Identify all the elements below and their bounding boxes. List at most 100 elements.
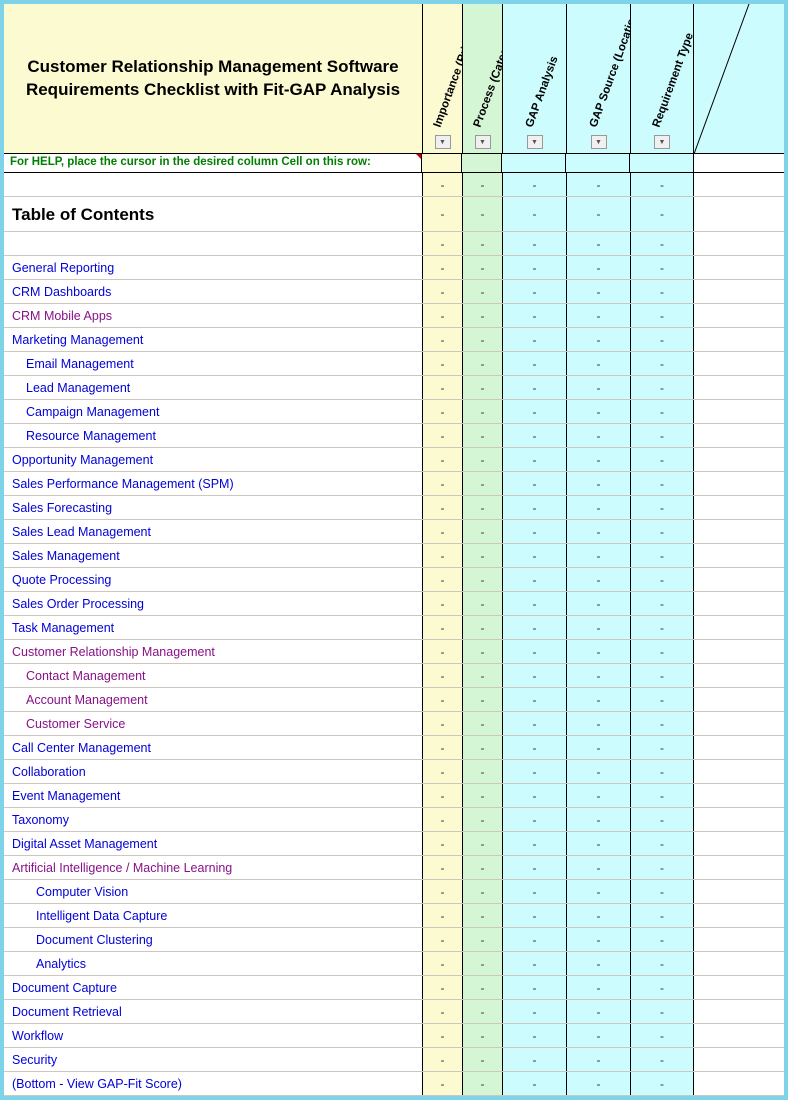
- data-cell[interactable]: -: [566, 832, 630, 855]
- data-cell[interactable]: -: [462, 256, 502, 279]
- data-cell[interactable]: -: [422, 592, 462, 615]
- data-cell[interactable]: -: [630, 808, 694, 831]
- data-cell[interactable]: -: [462, 928, 502, 951]
- data-cell[interactable]: -: [566, 616, 630, 639]
- toc-link[interactable]: Sales Management: [4, 544, 422, 567]
- data-cell[interactable]: -: [502, 568, 566, 591]
- data-cell[interactable]: -: [566, 928, 630, 951]
- data-cell[interactable]: -: [462, 1048, 502, 1071]
- data-cell[interactable]: -: [422, 1048, 462, 1071]
- toc-link[interactable]: Lead Management: [4, 376, 422, 399]
- data-cell[interactable]: -: [462, 472, 502, 495]
- toc-link[interactable]: Analytics: [4, 952, 422, 975]
- data-cell[interactable]: -: [566, 197, 630, 231]
- toc-link[interactable]: Document Clustering: [4, 928, 422, 951]
- data-cell[interactable]: -: [502, 1024, 566, 1047]
- data-cell[interactable]: -: [462, 856, 502, 879]
- toc-link[interactable]: Security: [4, 1048, 422, 1071]
- data-cell[interactable]: -: [422, 424, 462, 447]
- toc-link[interactable]: Computer Vision: [4, 880, 422, 903]
- data-cell[interactable]: -: [566, 856, 630, 879]
- toc-link[interactable]: Artificial Intelligence / Machine Learni…: [4, 856, 422, 879]
- data-cell[interactable]: -: [462, 760, 502, 783]
- data-cell[interactable]: -: [462, 352, 502, 375]
- data-cell[interactable]: -: [502, 928, 566, 951]
- data-cell[interactable]: -: [422, 760, 462, 783]
- toc-link[interactable]: Digital Asset Management: [4, 832, 422, 855]
- data-cell[interactable]: -: [462, 496, 502, 519]
- help-cell[interactable]: [422, 154, 462, 172]
- data-cell[interactable]: -: [422, 880, 462, 903]
- data-cell[interactable]: -: [422, 736, 462, 759]
- data-cell[interactable]: -: [502, 472, 566, 495]
- data-cell[interactable]: -: [630, 304, 694, 327]
- data-cell[interactable]: -: [502, 616, 566, 639]
- data-cell[interactable]: -: [422, 472, 462, 495]
- data-cell[interactable]: -: [502, 904, 566, 927]
- data-cell[interactable]: -: [462, 904, 502, 927]
- data-cell[interactable]: -: [502, 808, 566, 831]
- data-cell[interactable]: -: [422, 976, 462, 999]
- data-cell[interactable]: -: [502, 448, 566, 471]
- toc-link[interactable]: (Bottom - View GAP-Fit Score): [4, 1072, 422, 1095]
- data-cell[interactable]: -: [630, 616, 694, 639]
- data-cell[interactable]: -: [630, 400, 694, 423]
- toc-link[interactable]: Email Management: [4, 352, 422, 375]
- data-cell[interactable]: -: [630, 520, 694, 543]
- help-cell[interactable]: [502, 154, 566, 172]
- data-cell[interactable]: -: [566, 640, 630, 663]
- data-cell[interactable]: -: [630, 976, 694, 999]
- data-cell[interactable]: -: [422, 664, 462, 687]
- toc-link[interactable]: Collaboration: [4, 760, 422, 783]
- data-cell[interactable]: -: [630, 496, 694, 519]
- data-cell[interactable]: -: [630, 1048, 694, 1071]
- data-cell[interactable]: -: [422, 856, 462, 879]
- data-cell[interactable]: -: [566, 280, 630, 303]
- data-cell[interactable]: -: [462, 712, 502, 735]
- data-cell[interactable]: -: [566, 712, 630, 735]
- data-cell[interactable]: -: [502, 832, 566, 855]
- data-cell[interactable]: -: [422, 232, 462, 255]
- data-cell[interactable]: -: [422, 280, 462, 303]
- data-cell[interactable]: -: [630, 952, 694, 975]
- data-cell[interactable]: -: [462, 952, 502, 975]
- data-cell[interactable]: -: [566, 496, 630, 519]
- data-cell[interactable]: -: [630, 256, 694, 279]
- data-cell[interactable]: -: [630, 568, 694, 591]
- data-cell[interactable]: -: [566, 256, 630, 279]
- data-cell[interactable]: -: [422, 904, 462, 927]
- data-cell[interactable]: -: [502, 592, 566, 615]
- data-cell[interactable]: -: [630, 424, 694, 447]
- data-cell[interactable]: -: [502, 688, 566, 711]
- data-cell[interactable]: -: [566, 520, 630, 543]
- data-cell[interactable]: -: [502, 352, 566, 375]
- data-cell[interactable]: -: [630, 592, 694, 615]
- data-cell[interactable]: -: [422, 952, 462, 975]
- data-cell[interactable]: -: [422, 1024, 462, 1047]
- toc-link[interactable]: Quote Processing: [4, 568, 422, 591]
- data-cell[interactable]: -: [630, 1000, 694, 1023]
- data-cell[interactable]: -: [566, 760, 630, 783]
- data-cell[interactable]: -: [422, 688, 462, 711]
- data-cell[interactable]: -: [502, 1048, 566, 1071]
- filter-dropdown-icon[interactable]: ▼: [475, 135, 491, 149]
- data-cell[interactable]: -: [422, 544, 462, 567]
- data-cell[interactable]: -: [462, 1000, 502, 1023]
- help-cell[interactable]: [462, 154, 502, 172]
- data-cell[interactable]: -: [422, 448, 462, 471]
- data-cell[interactable]: -: [462, 197, 502, 231]
- data-cell[interactable]: -: [502, 197, 566, 231]
- data-cell[interactable]: -: [630, 173, 694, 196]
- data-cell[interactable]: -: [422, 256, 462, 279]
- data-cell[interactable]: -: [462, 832, 502, 855]
- data-cell[interactable]: -: [566, 952, 630, 975]
- data-cell[interactable]: -: [502, 173, 566, 196]
- data-cell[interactable]: -: [630, 904, 694, 927]
- toc-link[interactable]: Opportunity Management: [4, 448, 422, 471]
- data-cell[interactable]: -: [462, 520, 502, 543]
- toc-link[interactable]: Sales Forecasting: [4, 496, 422, 519]
- data-cell[interactable]: -: [422, 712, 462, 735]
- data-cell[interactable]: -: [502, 304, 566, 327]
- data-cell[interactable]: -: [566, 1072, 630, 1095]
- data-cell[interactable]: -: [630, 376, 694, 399]
